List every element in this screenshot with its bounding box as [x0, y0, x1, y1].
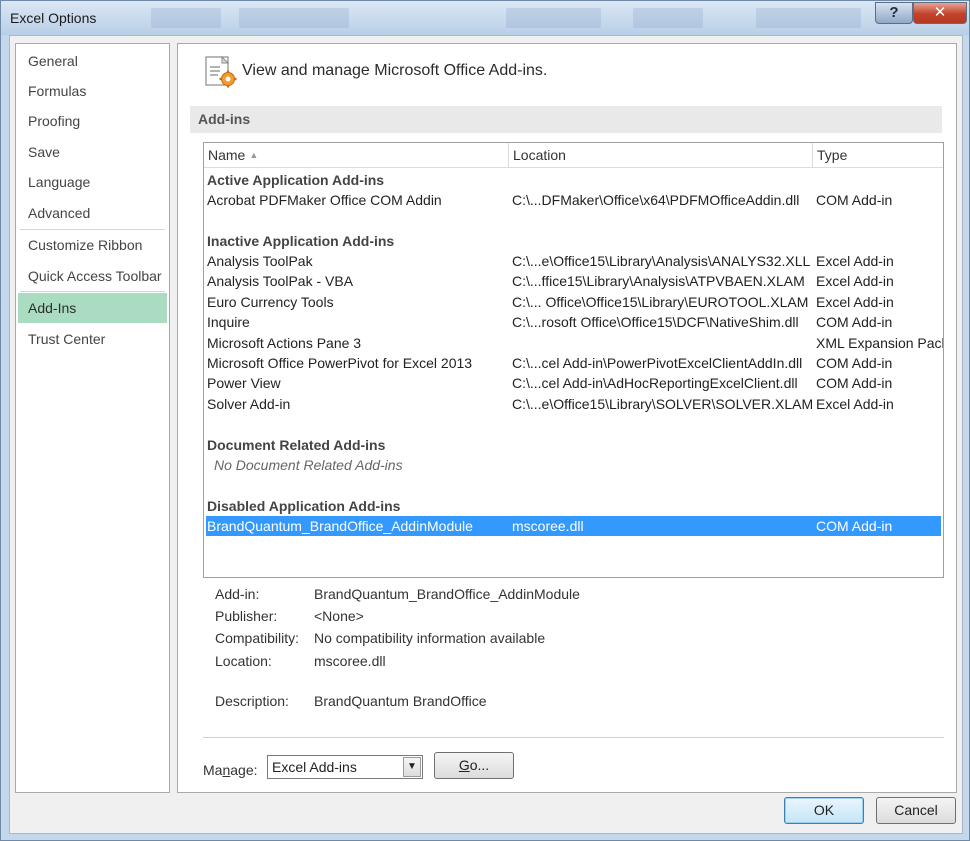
- add-ins-panel: View and manage Microsoft Office Add-ins…: [177, 43, 957, 793]
- nav-item-language[interactable]: Language: [18, 167, 167, 197]
- publisher-value: <None>: [314, 608, 364, 624]
- help-button[interactable]: ?: [875, 2, 913, 24]
- background-blur: [756, 8, 861, 28]
- description-value: BrandQuantum BrandOffice: [314, 693, 487, 709]
- publisher-label: Publisher:: [215, 608, 278, 624]
- compatibility-value: No compatibility information available: [314, 630, 546, 646]
- group-header-disabled: Disabled Application Add-ins: [207, 498, 401, 514]
- add-ins-gear-icon: [205, 55, 237, 88]
- cancel-button[interactable]: Cancel: [876, 797, 956, 824]
- addin-value: BrandQuantum_BrandOffice_AddinModule: [314, 586, 580, 602]
- location-value: mscoree.dll: [314, 653, 386, 669]
- table-row[interactable]: Microsoft Actions Pane 3 XML Expansion P…: [206, 333, 943, 353]
- table-row[interactable]: Solver Add-in C:\...e\Office15\Library\S…: [206, 394, 941, 414]
- group-header-inactive: Inactive Application Add-ins: [207, 233, 395, 249]
- ok-button[interactable]: OK: [784, 797, 864, 824]
- addin-label: Add-in:: [215, 586, 260, 602]
- table-row[interactable]: Power View C:\...cel Add-in\AdHocReporti…: [206, 373, 941, 393]
- nav-item-formulas[interactable]: Formulas: [18, 76, 167, 106]
- table-row-selected[interactable]: BrandQuantum_BrandOffice_AddinModule msc…: [206, 516, 941, 536]
- background-blur: [151, 8, 221, 28]
- nav-item-add-ins[interactable]: Add-Ins: [18, 293, 167, 323]
- table-row[interactable]: Inquire C:\...rosoft Office\Office15\DCF…: [206, 312, 941, 332]
- window-title: Excel Options: [10, 10, 97, 26]
- column-header-type[interactable]: Type: [813, 143, 943, 168]
- background-blur: [506, 8, 601, 28]
- dropdown-arrow-icon[interactable]: ▼: [403, 757, 421, 777]
- close-icon: ✕: [933, 4, 947, 21]
- nav-item-quick-access-toolbar[interactable]: Quick Access Toolbar: [18, 261, 167, 291]
- table-row[interactable]: Acrobat PDFMaker Office COM Addin C:\...…: [206, 190, 941, 210]
- nav-item-advanced[interactable]: Advanced: [18, 198, 167, 228]
- table-row[interactable]: Euro Currency Tools C:\... Office\Office…: [206, 292, 941, 312]
- manage-select-value: Excel Add-ins: [272, 759, 357, 775]
- nav-divider: [20, 291, 165, 292]
- add-ins-list: Name ▲ Location Type Active Application A…: [203, 142, 944, 578]
- options-nav: General Formulas Proofing Save Language …: [15, 43, 170, 793]
- excel-options-window: Excel Options ? ✕ General Formulas Proof…: [0, 0, 970, 841]
- table-row[interactable]: Microsoft Office PowerPivot for Excel 20…: [206, 353, 941, 373]
- go-button[interactable]: Go...: [434, 752, 514, 779]
- column-header-name[interactable]: Name ▲: [204, 143, 509, 168]
- group-header-document: Document Related Add-ins: [207, 437, 386, 453]
- nav-item-save[interactable]: Save: [18, 137, 167, 167]
- nav-item-trust-center[interactable]: Trust Center: [18, 324, 167, 354]
- column-headers: Name ▲ Location Type: [204, 143, 943, 168]
- page-title: View and manage Microsoft Office Add-ins…: [242, 62, 548, 79]
- manage-label: Manage:: [203, 762, 258, 778]
- description-label: Description:: [215, 693, 289, 709]
- background-blur: [633, 8, 703, 28]
- nav-item-general[interactable]: General: [18, 46, 167, 76]
- table-row[interactable]: Analysis ToolPak C:\...e\Office15\Librar…: [206, 251, 941, 271]
- column-header-location[interactable]: Location: [509, 143, 813, 168]
- compatibility-label: Compatibility:: [215, 630, 300, 646]
- dialog-client: General Formulas Proofing Save Language …: [9, 35, 963, 834]
- section-header-add-ins: Add-ins: [190, 106, 942, 133]
- group-header-active: Active Application Add-ins: [207, 172, 385, 188]
- sort-ascending-icon: ▲: [249, 150, 259, 160]
- table-row[interactable]: Analysis ToolPak - VBA C:\...ffice15\Lib…: [206, 271, 941, 291]
- empty-list-message: No Document Related Add-ins: [214, 457, 403, 473]
- manage-select[interactable]: Excel Add-ins ▼: [267, 755, 423, 779]
- divider: [203, 737, 944, 738]
- title-bar: Excel Options ? ✕: [1, 1, 969, 35]
- location-label: Location:: [215, 653, 272, 669]
- nav-item-customize-ribbon[interactable]: Customize Ribbon: [18, 230, 167, 260]
- background-blur: [239, 8, 349, 28]
- close-button[interactable]: ✕: [913, 2, 967, 24]
- nav-item-proofing[interactable]: Proofing: [18, 106, 167, 136]
